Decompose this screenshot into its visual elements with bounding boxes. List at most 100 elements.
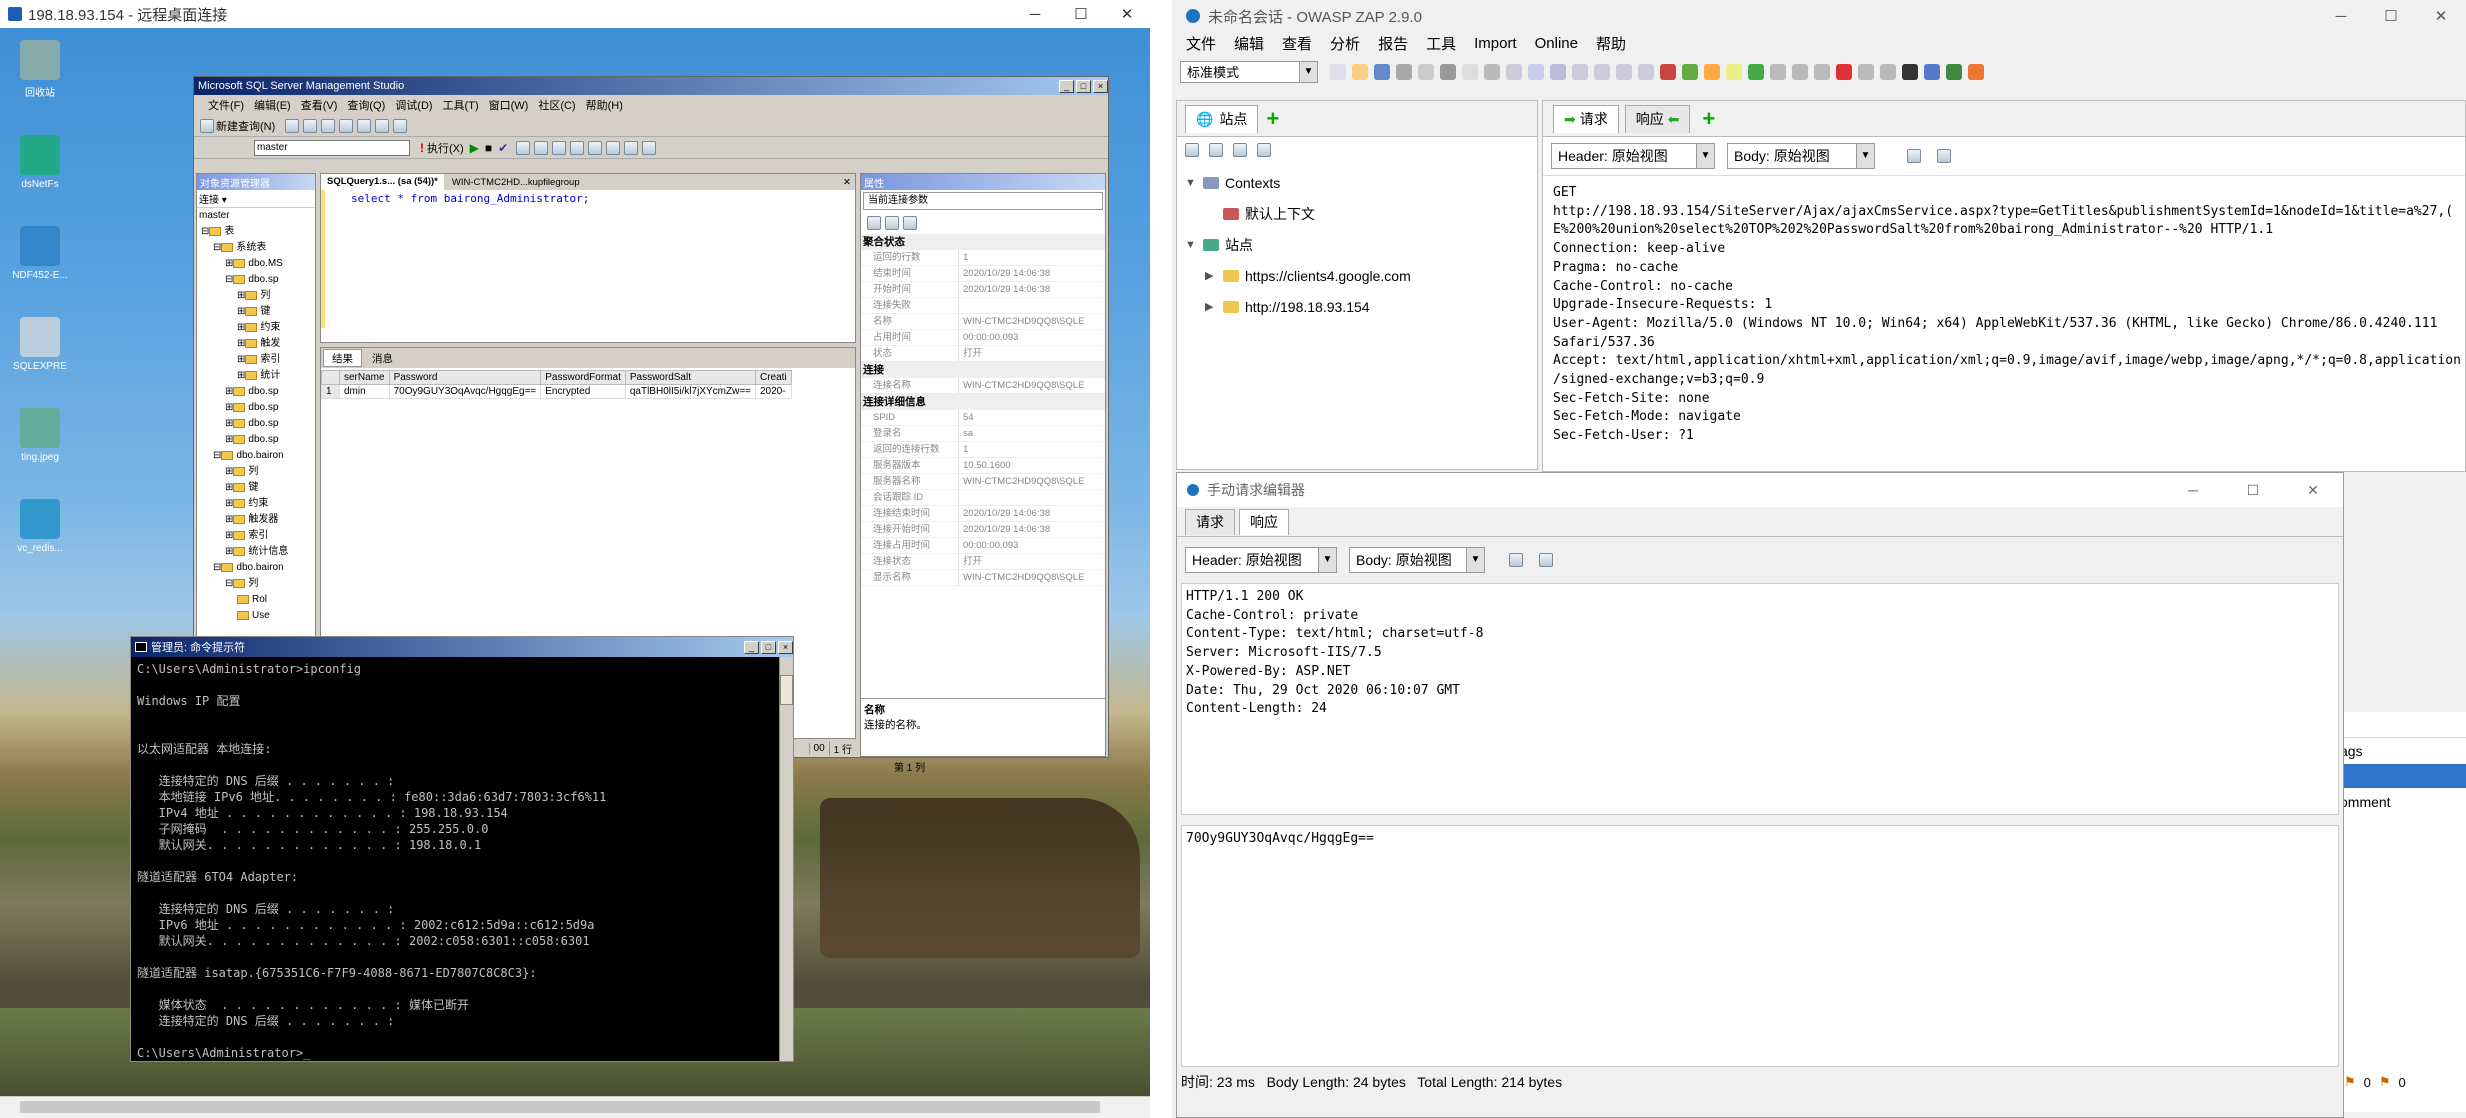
expander-icon[interactable]: ⊟	[225, 274, 233, 285]
property-pages-icon[interactable]	[903, 216, 917, 230]
property-row[interactable]: 占用时间 00:00:00.093	[861, 330, 1105, 346]
menu-item[interactable]: 编辑	[1234, 33, 1264, 54]
tab-messages[interactable]: 消息	[364, 351, 401, 366]
run-icon[interactable]: ▶	[470, 141, 479, 155]
column-header[interactable]: Password	[388, 370, 542, 385]
minimize-icon[interactable]: ─	[2316, 8, 2366, 25]
menu-item[interactable]: 文件	[1186, 33, 1216, 54]
tree-item[interactable]: ⊟ 表	[197, 224, 315, 240]
expander-icon[interactable]: ⊞	[225, 514, 233, 525]
property-row[interactable]: 会话跟踪 ID	[861, 490, 1105, 506]
desktop-icon[interactable]: NDF452-E...	[0, 226, 80, 281]
tree-item[interactable]: Use	[197, 608, 315, 624]
close-icon[interactable]: ×	[778, 640, 793, 654]
toolbar-icon[interactable]	[552, 140, 567, 155]
toolbar-icon[interactable]	[1440, 64, 1456, 80]
alphabetical-icon[interactable]	[885, 216, 899, 230]
parse-icon[interactable]: ✔	[498, 141, 508, 155]
toolbar-icon[interactable]	[1572, 64, 1588, 80]
menu-item[interactable]: 工具(T)	[443, 97, 479, 113]
property-category[interactable]: 连接详细信息	[861, 394, 1105, 410]
toolbar-icon[interactable]	[1616, 64, 1632, 80]
tree-item[interactable]: ⊞ 触发器	[197, 512, 315, 528]
tree-item[interactable]: ⊞ 列	[197, 288, 315, 304]
properties-selector[interactable]: 当前连接参数	[863, 192, 1103, 210]
table-cell[interactable]: 2020-	[755, 384, 792, 399]
site-tree-item[interactable]: ▶ http://198.18.93.154	[1177, 291, 1537, 322]
tree-item[interactable]: ⊞ dbo.sp	[197, 384, 315, 400]
execute-button[interactable]: 执行(X)	[427, 140, 464, 156]
expander-icon[interactable]: ⊞	[237, 322, 245, 333]
expander-icon[interactable]: ⊞	[237, 306, 245, 317]
expander-icon[interactable]: ⊞	[225, 498, 233, 509]
column-header[interactable]: serName	[339, 370, 390, 385]
toolbar-icon[interactable]	[1418, 64, 1434, 80]
tab-sqlquery1[interactable]: SQLQuery1.s... (sa (54))*	[321, 174, 444, 190]
toolbar-icon[interactable]	[1462, 64, 1478, 80]
categorized-icon[interactable]	[867, 216, 881, 230]
toolbar-icon[interactable]	[1594, 64, 1610, 80]
stop-icon[interactable]: ■	[485, 141, 492, 155]
minimize-icon[interactable]: _	[744, 640, 759, 654]
tab-view-icon[interactable]	[1539, 553, 1553, 567]
request-text[interactable]: GET http://198.18.93.154/SiteServer/Ajax…	[1543, 175, 2465, 470]
expander-icon[interactable]: ⊞	[237, 354, 245, 365]
tree-item[interactable]: ⊞ 约束	[197, 320, 315, 336]
add-tab-icon[interactable]: +	[1266, 106, 1279, 132]
tree-item[interactable]: ⊞ 键	[197, 304, 315, 320]
expander-icon[interactable]: ⊞	[225, 258, 233, 269]
maximize-icon[interactable]: □	[761, 640, 776, 654]
toolbar-icon[interactable]	[1506, 64, 1522, 80]
toolbar-icon[interactable]	[1528, 64, 1544, 80]
property-row[interactable]: 服务器名称 WIN-CTMC2HD9QQ8\SQLE	[861, 474, 1105, 490]
expander-icon[interactable]: ⊞	[225, 482, 233, 493]
toolbar-icon[interactable]	[1858, 64, 1874, 80]
toolbar-icon[interactable]	[1880, 64, 1896, 80]
expander-icon[interactable]: ⊟	[225, 578, 233, 589]
maximize-icon[interactable]: ☐	[2223, 482, 2283, 499]
table-cell[interactable]: dmin	[339, 384, 390, 399]
new-query-button[interactable]: 新建查询(N)	[216, 118, 275, 134]
cmd-output[interactable]: C:\Users\Administrator>ipconfig Windows I…	[131, 657, 793, 1065]
menu-item[interactable]: 查询(Q)	[347, 97, 385, 113]
menu-item[interactable]: 社区(C)	[538, 97, 575, 113]
desktop-icon[interactable]: vc_redis...	[0, 499, 80, 554]
tab-results[interactable]: 结果	[323, 349, 362, 367]
table-cell[interactable]: 70Oy9GUY3OqAvqc/HgqgEg==	[388, 384, 542, 399]
property-row[interactable]: 连接开始时间 2020/10/29 14:06:38	[861, 522, 1105, 538]
toolbar-icon[interactable]	[1374, 64, 1390, 80]
splitter[interactable]	[1177, 815, 2343, 825]
menu-item[interactable]: 调试(D)	[395, 97, 432, 113]
expander-icon[interactable]: ▶	[1205, 300, 1223, 313]
toolbar-icon[interactable]	[1924, 64, 1940, 80]
toolbar-icon[interactable]	[357, 118, 372, 133]
expander-icon[interactable]: ⊞	[225, 386, 233, 397]
property-row[interactable]: 登录名 sa	[861, 426, 1105, 442]
close-icon[interactable]: ✕	[1104, 5, 1150, 23]
tree-item[interactable]: ⊞ dbo.sp	[197, 416, 315, 432]
toolbar-icon[interactable]	[1352, 64, 1368, 80]
rdp-titlebar[interactable]: 198.18.93.154 - 远程桌面连接 ─ ☐ ✕	[0, 0, 1150, 28]
property-row[interactable]: SPID 54	[861, 410, 1105, 426]
tree-item[interactable]: ⊞ 索引	[197, 528, 315, 544]
property-row[interactable]: 返回的连接行数 1	[861, 442, 1105, 458]
menu-item[interactable]: 查看(V)	[301, 97, 338, 113]
tab-response[interactable]: 响应	[1239, 508, 1289, 535]
expander-icon[interactable]: ⊟	[213, 562, 221, 573]
minimize-icon[interactable]: ─	[1012, 6, 1058, 23]
toolbar-icon[interactable]	[339, 118, 354, 133]
tree-item[interactable]: ⊞ 键	[197, 480, 315, 496]
manual-titlebar[interactable]: 手动请求编辑器 ─ ☐ ✕	[1177, 473, 2343, 507]
toolbar-icon[interactable]	[1748, 64, 1764, 80]
property-category[interactable]: 聚合状态	[861, 234, 1105, 250]
cmd-scrollbar[interactable]	[779, 657, 793, 1061]
toolbar-icon[interactable]	[516, 140, 531, 155]
site-tree-item[interactable]: 默认上下文	[1177, 198, 1537, 229]
header-view-select[interactable]: Header: 原始视图 ▼	[1551, 143, 1715, 169]
tree-root[interactable]: master	[197, 208, 315, 224]
tree-item[interactable]: ⊟ 系统表	[197, 240, 315, 256]
desktop-icon[interactable]: dsNetFs	[0, 135, 80, 190]
menu-item[interactable]: 窗口(W)	[489, 97, 529, 113]
expander-icon[interactable]: ⊞	[225, 402, 233, 413]
menu-item[interactable]: 查看	[1282, 33, 1312, 54]
